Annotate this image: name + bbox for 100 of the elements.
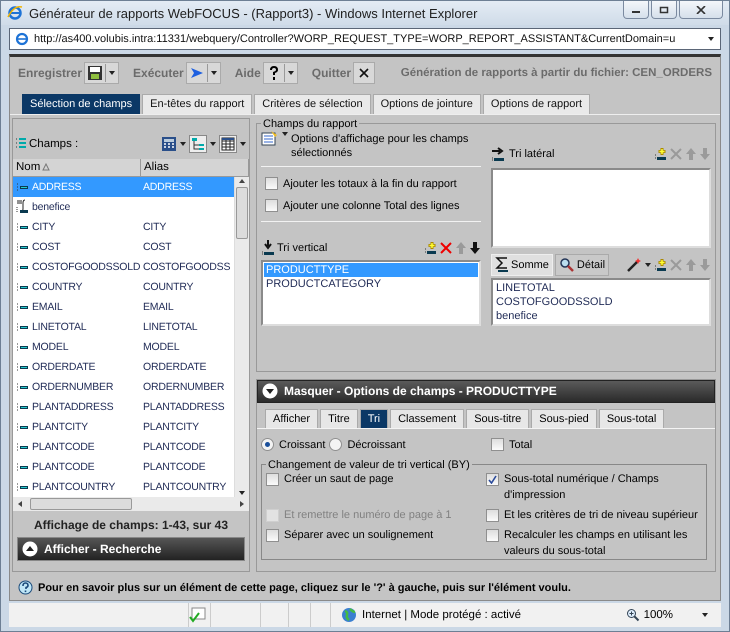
vertical-scrollbar[interactable]	[234, 176, 249, 497]
field-row[interactable]: PLANTCITY PLANTCITY	[13, 416, 234, 437]
mode-button[interactable]: Somme	[491, 254, 553, 276]
tab[interactable]: En-têtes du rapport	[142, 94, 252, 114]
radio-button[interactable]	[261, 438, 274, 452]
field-name: CITY	[32, 220, 56, 233]
radio-button[interactable]	[329, 438, 342, 452]
add-field-icon[interactable]	[654, 258, 667, 272]
field-row[interactable]: PLANTCODE PLANTCODE	[13, 456, 234, 477]
checkbox[interactable]	[266, 528, 279, 542]
options-panel-bar[interactable]: Masquer - Options de champs - PRODUCTTYPE	[257, 380, 715, 403]
checkbox[interactable]	[486, 472, 499, 486]
field-row[interactable]: CITY CITY	[13, 216, 234, 237]
caret-icon[interactable]	[108, 68, 116, 77]
caret-icon[interactable]	[701, 610, 709, 619]
caret-icon[interactable]	[210, 68, 218, 77]
field-list-icon	[15, 136, 27, 151]
browser-icon	[7, 5, 23, 22]
tab[interactable]: Options de rapport	[482, 94, 590, 114]
field-alias: ADDRESS	[143, 180, 192, 193]
scrollbar-thumb[interactable]	[30, 498, 132, 510]
maximize-button[interactable]	[651, 1, 677, 19]
checkbox[interactable]	[266, 472, 279, 486]
tab[interactable]: Tri	[360, 408, 388, 428]
caret-icon[interactable]	[179, 140, 187, 148]
field-row[interactable]: benefice	[13, 196, 234, 217]
caret-icon[interactable]	[209, 140, 217, 148]
caret-icon[interactable]	[644, 260, 652, 269]
display-options-icon[interactable]	[261, 130, 279, 146]
scrollbar-thumb[interactable]	[236, 186, 248, 239]
checkbox[interactable]	[491, 438, 504, 452]
checkbox-label: Séparer avec un soulignement	[284, 528, 434, 543]
list-item[interactable]: COSTOFGOODSSOLD	[494, 294, 708, 309]
grid-view-icon[interactable]	[219, 134, 237, 153]
field-row[interactable]: PLANTCODE PLANTCODE	[13, 436, 234, 457]
scroll-right-icon[interactable]	[238, 500, 246, 508]
tab[interactable]: Options de jointure	[372, 94, 481, 114]
checkbox[interactable]	[265, 177, 278, 190]
vertical-sort-list[interactable]: PRODUCTTYPE PRODUCTCATEGORY	[261, 260, 481, 326]
column-header[interactable]: Alias	[141, 158, 249, 177]
field-row[interactable]: PLANTCOUNTRY PLANTCOUNTRY	[13, 476, 234, 497]
field-row[interactable]: ORDERDATE ORDERDATE	[13, 356, 234, 377]
address-field[interactable]: http://as400.volubis.intra:11331/webquery/Controller?WORP_REQUEST_TYPE=WORP_REPORT_ASSISTANT&CurrentDomain=u	[9, 28, 721, 50]
field-alias: PLANTCODE	[143, 440, 206, 453]
close-button[interactable]	[679, 1, 723, 19]
field-row[interactable]: ORDERNUMBER ORDERNUMBER	[13, 376, 234, 397]
field-row[interactable]: EMAIL EMAIL	[13, 296, 234, 317]
field-row[interactable]: COST COST	[13, 236, 234, 257]
caret-icon[interactable]	[281, 130, 289, 138]
dropdown-icon[interactable]	[707, 34, 715, 43]
scroll-left-icon[interactable]	[16, 500, 24, 508]
tab[interactable]: Sous-total	[598, 408, 664, 428]
down-arrow-icon[interactable]	[469, 240, 481, 255]
field-name: PLANTCOUNTRY	[32, 480, 116, 493]
field-row[interactable]: PLANTADDRESS PLANTADDRESS	[13, 396, 234, 417]
field-row[interactable]: COUNTRY COUNTRY	[13, 276, 234, 297]
toolbar-button[interactable]	[262, 62, 298, 84]
tab[interactable]: Classement	[390, 408, 464, 428]
tab[interactable]: Sélection de champs	[22, 94, 140, 114]
mode-button[interactable]: Détail	[554, 254, 610, 276]
tree-view-icon[interactable]	[189, 134, 207, 153]
report-caption: Génération de rapports à partir du fichier: CEN_ORDERS	[400, 66, 712, 79]
checkbox[interactable]	[486, 528, 499, 542]
tab[interactable]: Titre	[320, 408, 358, 428]
list-item[interactable]: PRODUCTCATEGORY	[264, 276, 478, 291]
tab[interactable]: Sous-titre	[466, 408, 530, 428]
scroll-up-icon[interactable]	[238, 176, 246, 185]
horizontal-scrollbar[interactable]	[13, 496, 249, 511]
toolbar-label: Enregistrer	[18, 66, 82, 80]
tab[interactable]: Critères de sélection	[254, 94, 371, 114]
quit-button[interactable]	[353, 62, 376, 84]
field-alias: EMAIL	[143, 300, 174, 313]
checkbox-label: Sous-total numérique / Champs d'impression	[504, 472, 660, 503]
list-item[interactable]: LINETOTAL	[494, 280, 708, 295]
horizontal-sort-list[interactable]	[491, 168, 711, 248]
checkbox[interactable]	[265, 199, 278, 212]
tab[interactable]: Afficher	[265, 408, 318, 428]
list-item[interactable]: benefice	[494, 308, 708, 323]
field-row[interactable]: MODEL MODEL	[13, 336, 234, 357]
magic-wand-icon[interactable]	[626, 256, 642, 273]
column-header[interactable]: Nom	[13, 158, 141, 177]
field-row[interactable]: COSTOFGOODSSOLD COSTOFGOODSS	[13, 256, 234, 277]
tab[interactable]: Sous-pied	[531, 408, 597, 428]
checkbox[interactable]	[486, 508, 499, 522]
caret-icon[interactable]	[286, 68, 295, 77]
field-row[interactable]: LINETOTAL LINETOTAL	[13, 316, 234, 337]
globe-icon	[341, 606, 357, 623]
toolbar-button[interactable]	[84, 62, 120, 84]
calculator-icon[interactable]	[161, 136, 177, 152]
minimize-button[interactable]	[623, 1, 649, 19]
search-panel-bar[interactable]: Afficher - Recherche	[17, 536, 245, 561]
toolbar-label: Aide	[234, 66, 261, 80]
caret-icon[interactable]	[239, 140, 247, 148]
add-field-icon[interactable]	[654, 146, 667, 161]
measures-list[interactable]: LINETOTAL COSTOFGOODSSOLD benefice	[491, 278, 711, 326]
field-icon	[16, 220, 29, 233]
field-alias: ORDERDATE	[143, 360, 206, 373]
scroll-down-icon[interactable]	[238, 488, 246, 497]
vertical-sort-label: Tri vertical	[277, 242, 328, 254]
add-field-icon[interactable]	[424, 240, 437, 255]
